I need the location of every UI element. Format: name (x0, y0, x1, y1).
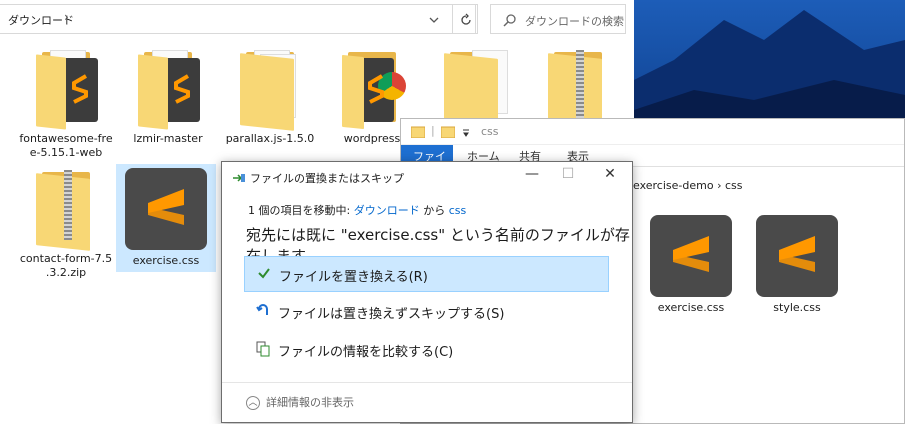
list-item[interactable]: exercise.css (641, 215, 741, 315)
details-toggle[interactable]: ︿ 詳細情報の非表示 (246, 394, 354, 410)
zip-folder-icon (36, 170, 96, 251)
list-item-selected[interactable]: exercise.css (116, 164, 216, 272)
folder-icon (138, 50, 200, 130)
folder-icon (240, 50, 300, 131)
title-bar: | css (401, 119, 904, 145)
list-item[interactable]: parallax.js-1.5.0 (220, 50, 320, 146)
file-name: fontawesome-fre (19, 132, 113, 145)
search-icon (503, 14, 516, 27)
list-item[interactable]: lzmir-master (118, 50, 218, 146)
file-name: exercise.css (657, 301, 725, 314)
replace-label: ファイルを置き換える(R) (279, 270, 428, 285)
zip-folder-icon (548, 50, 608, 131)
file-name: e-5.15.1-web (29, 146, 103, 159)
list-item[interactable]: style.css (747, 215, 847, 315)
close-button[interactable]: ✕ (596, 166, 624, 186)
destination-link[interactable]: css (449, 204, 467, 217)
breadcrumb[interactable]: exercise-demo › css (633, 179, 742, 192)
replace-or-skip-dialog: ファイルの置換またはスキップ — ☐ ✕ 1 個の項目を移動中: ダウンロード … (221, 161, 633, 423)
refresh-icon (461, 13, 471, 25)
maximize-button[interactable]: ☐ (554, 166, 582, 186)
list-item[interactable]: fontawesome-fre e-5.15.1-web (16, 50, 116, 160)
breadcrumb-item[interactable]: exercise-demo (633, 179, 714, 192)
skip-option[interactable]: ファイルは置き換えずスキップする(S) (244, 294, 609, 330)
list-item[interactable]: contact-form-7.5.3.2.zip (16, 170, 116, 280)
folder-icon (411, 126, 425, 138)
checkmark-icon (258, 268, 270, 279)
file-name: .3.2.zip (45, 266, 87, 279)
list-item[interactable] (528, 50, 628, 131)
folder-icon (342, 50, 406, 130)
chevron-right-icon: › (717, 179, 725, 192)
move-mid: から (423, 204, 446, 217)
sublime-text-icon (125, 168, 207, 250)
compare-option[interactable]: ファイルの情報を比較する(C) (244, 332, 609, 368)
move-info: 1 個の項目を移動中: ダウンロード から css (248, 202, 466, 218)
folder-icon (444, 50, 508, 131)
move-prefix: 1 個の項目を移動中: (248, 204, 351, 217)
details-label: 詳細情報の非表示 (266, 396, 354, 409)
compare-label: ファイルの情報を比較する(C) (278, 345, 454, 360)
window-title: css (481, 125, 499, 138)
file-name: lzmir-master (133, 132, 203, 145)
compare-icon (256, 341, 270, 357)
chevron-up-icon: ︿ (246, 396, 260, 410)
search-placeholder: ダウンロードの検索 (525, 15, 624, 28)
sublime-text-icon (650, 215, 732, 297)
chevron-down-icon[interactable] (428, 14, 440, 26)
file-name: parallax.js-1.5.0 (225, 132, 315, 145)
chevron-right-icon: › (64, 10, 69, 24)
breadcrumb-item[interactable]: css (725, 179, 743, 192)
minimize-button[interactable]: — (518, 166, 546, 186)
folder-icon (36, 50, 98, 130)
folder-icon (441, 126, 455, 138)
source-link[interactable]: ダウンロード (354, 204, 420, 217)
search-input[interactable]: ダウンロードの検索 (490, 4, 626, 34)
file-name: style.css (773, 301, 821, 314)
dropdown-arrow-icon[interactable] (461, 128, 471, 138)
skip-icon (256, 304, 268, 315)
dialog-title: ファイルの置換またはスキップ (250, 172, 404, 185)
divider (222, 382, 632, 383)
skip-label: ファイルは置き換えずスキップする(S) (278, 307, 505, 322)
sublime-text-icon (756, 215, 838, 297)
refresh-button[interactable] (452, 4, 478, 34)
separator: | (431, 124, 435, 137)
file-transfer-icon (233, 174, 245, 182)
file-name: exercise.css (132, 254, 200, 267)
replace-option[interactable]: ファイルを置き換える(R) (244, 256, 609, 292)
list-item[interactable] (424, 50, 524, 131)
file-name: contact-form-7.5 (19, 252, 113, 265)
address-bar[interactable]: ダウンロード › (0, 4, 476, 34)
